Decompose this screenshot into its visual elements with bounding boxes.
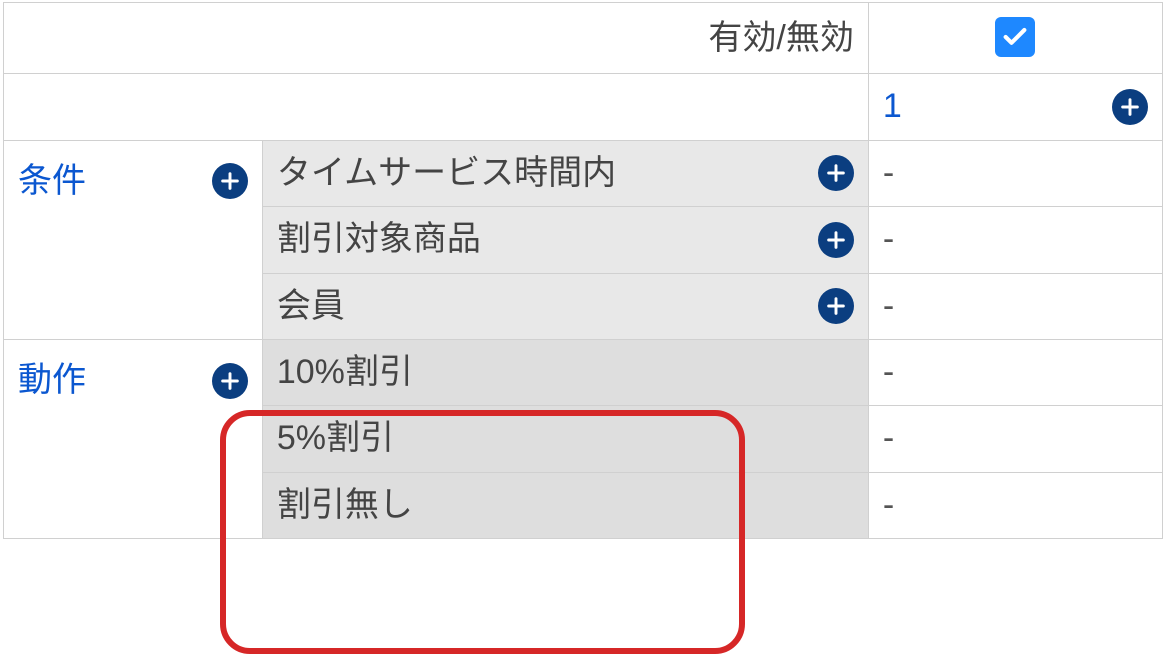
- action-label: 5%割引: [277, 419, 394, 457]
- condition-value-0[interactable]: -: [868, 140, 1162, 206]
- add-condition-value-button[interactable]: [818, 288, 854, 324]
- enabled-checkbox-cell: [868, 3, 1162, 74]
- enabled-label: 有効/無効: [708, 19, 853, 57]
- plus-icon: [825, 162, 847, 184]
- plus-icon: [219, 370, 241, 392]
- decision-table: 有効/無効 1 条件: [0, 2, 1166, 664]
- add-rule-button[interactable]: [1112, 89, 1148, 125]
- enabled-checkbox[interactable]: [995, 17, 1035, 57]
- condition-label: 会員: [277, 288, 345, 325]
- action-item-0[interactable]: 10%割引: [262, 339, 868, 405]
- check-icon: [1001, 23, 1029, 51]
- action-label: 10%割引: [277, 353, 413, 391]
- header-enabled-row: 有効/無効: [4, 3, 1163, 74]
- actions-label[interactable]: 動作: [18, 362, 86, 399]
- actions-category-cell: 動作: [4, 339, 263, 538]
- action-value-1[interactable]: -: [868, 406, 1162, 472]
- rule-number-spacer: [4, 74, 869, 140]
- plus-icon: [1119, 96, 1141, 118]
- action-item-1[interactable]: 5%割引: [262, 406, 868, 472]
- enabled-label-cell: 有効/無効: [4, 3, 869, 74]
- action-item-2[interactable]: 割引無し: [262, 472, 868, 538]
- action-value-2[interactable]: -: [868, 472, 1162, 538]
- add-condition-button[interactable]: [212, 163, 248, 199]
- action-label: 割引無し: [277, 486, 413, 524]
- rule-number-row: 1: [4, 74, 1163, 140]
- condition-value-1[interactable]: -: [868, 207, 1162, 273]
- condition-item-1[interactable]: 割引対象商品: [262, 207, 868, 273]
- condition-value-2[interactable]: -: [868, 273, 1162, 339]
- condition-item-0[interactable]: タイムサービス時間内: [262, 140, 868, 206]
- rule-number[interactable]: 1: [883, 88, 902, 125]
- condition-label: タイムサービス時間内: [277, 155, 616, 192]
- add-condition-value-button[interactable]: [818, 155, 854, 191]
- conditions-label[interactable]: 条件: [18, 163, 86, 200]
- condition-label: 割引対象商品: [277, 221, 481, 258]
- rule-number-cell: 1: [868, 74, 1162, 140]
- action-row-0: 動作 10%割引 -: [4, 339, 1163, 405]
- table: 有効/無効 1 条件: [3, 2, 1163, 539]
- plus-icon: [219, 170, 241, 192]
- plus-icon: [825, 295, 847, 317]
- add-action-button[interactable]: [212, 363, 248, 399]
- plus-icon: [825, 229, 847, 251]
- condition-item-2[interactable]: 会員: [262, 273, 868, 339]
- conditions-category-cell: 条件: [4, 140, 263, 339]
- condition-row-0: 条件 タイムサービス時間内 -: [4, 140, 1163, 206]
- action-value-0[interactable]: -: [868, 339, 1162, 405]
- add-condition-value-button[interactable]: [818, 222, 854, 258]
